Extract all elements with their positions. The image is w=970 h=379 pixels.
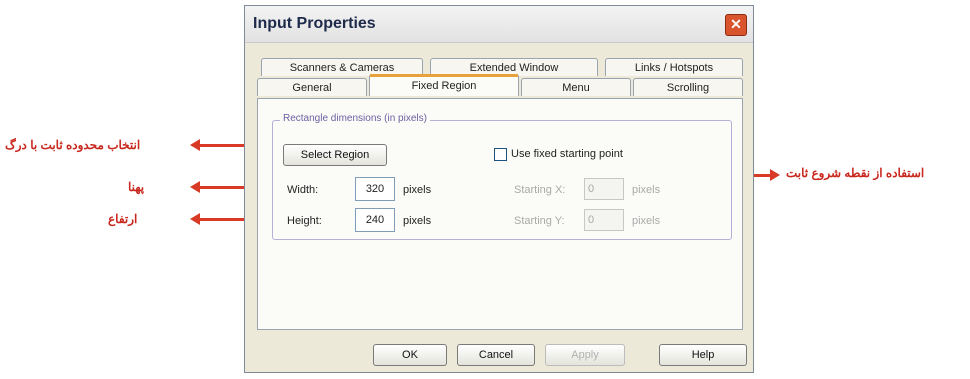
tab-general[interactable]: General — [257, 78, 367, 96]
active-tab-highlight — [370, 74, 518, 77]
width-label: Width: — [287, 184, 319, 196]
height-unit: pixels — [403, 215, 432, 227]
annotation-fixed-start: استفاده از نقطه شروع ثابت — [786, 166, 925, 180]
starting-x-label: Starting X: — [514, 184, 566, 196]
starting-y-field[interactable]: 0 — [584, 209, 624, 231]
ok-button[interactable]: OK — [373, 344, 447, 366]
annotation-height: ارتفاع — [108, 212, 138, 226]
use-fixed-start-label[interactable]: Use fixed starting point — [511, 148, 623, 160]
starting-y-label: Starting Y: — [514, 215, 565, 227]
tab-fixed-region-label: Fixed Region — [411, 80, 477, 92]
width-unit: pixels — [403, 184, 432, 196]
input-properties-dialog: Input Properties ✕ Scanners & Cameras Ex… — [244, 5, 754, 373]
group-label: Rectangle dimensions (in pixels) — [280, 113, 430, 124]
apply-button[interactable]: Apply — [545, 344, 625, 366]
dialog-title: Input Properties — [253, 15, 376, 32]
tab-links-hotspots[interactable]: Links / Hotspots — [605, 58, 743, 76]
select-region-button[interactable]: Select Region — [283, 144, 387, 166]
close-icon[interactable]: ✕ — [725, 14, 747, 36]
tab-fixed-region[interactable]: Fixed Region — [369, 74, 519, 96]
tab-menu[interactable]: Menu — [521, 78, 631, 96]
height-label: Height: — [287, 215, 322, 227]
annotation-width: پهنا — [128, 180, 145, 194]
starting-x-field[interactable]: 0 — [584, 178, 624, 200]
tab-panel: Rectangle dimensions (in pixels) Select … — [257, 98, 743, 330]
starting-x-unit: pixels — [632, 184, 661, 196]
width-field[interactable]: 320 — [355, 177, 395, 201]
tab-scrolling[interactable]: Scrolling — [633, 78, 743, 96]
rectangle-dimensions-group — [272, 120, 732, 240]
cancel-button[interactable]: Cancel — [457, 344, 535, 366]
arrow-head-fixed-start — [770, 169, 780, 181]
annotation-select-region: انتخاب محدوده ثابت با درگ — [5, 138, 141, 152]
height-field[interactable]: 240 — [355, 208, 395, 232]
help-button[interactable]: Help — [659, 344, 747, 366]
use-fixed-start-checkbox[interactable] — [494, 148, 507, 161]
dialog-titlebar: Input Properties ✕ — [245, 6, 753, 43]
starting-y-unit: pixels — [632, 215, 661, 227]
